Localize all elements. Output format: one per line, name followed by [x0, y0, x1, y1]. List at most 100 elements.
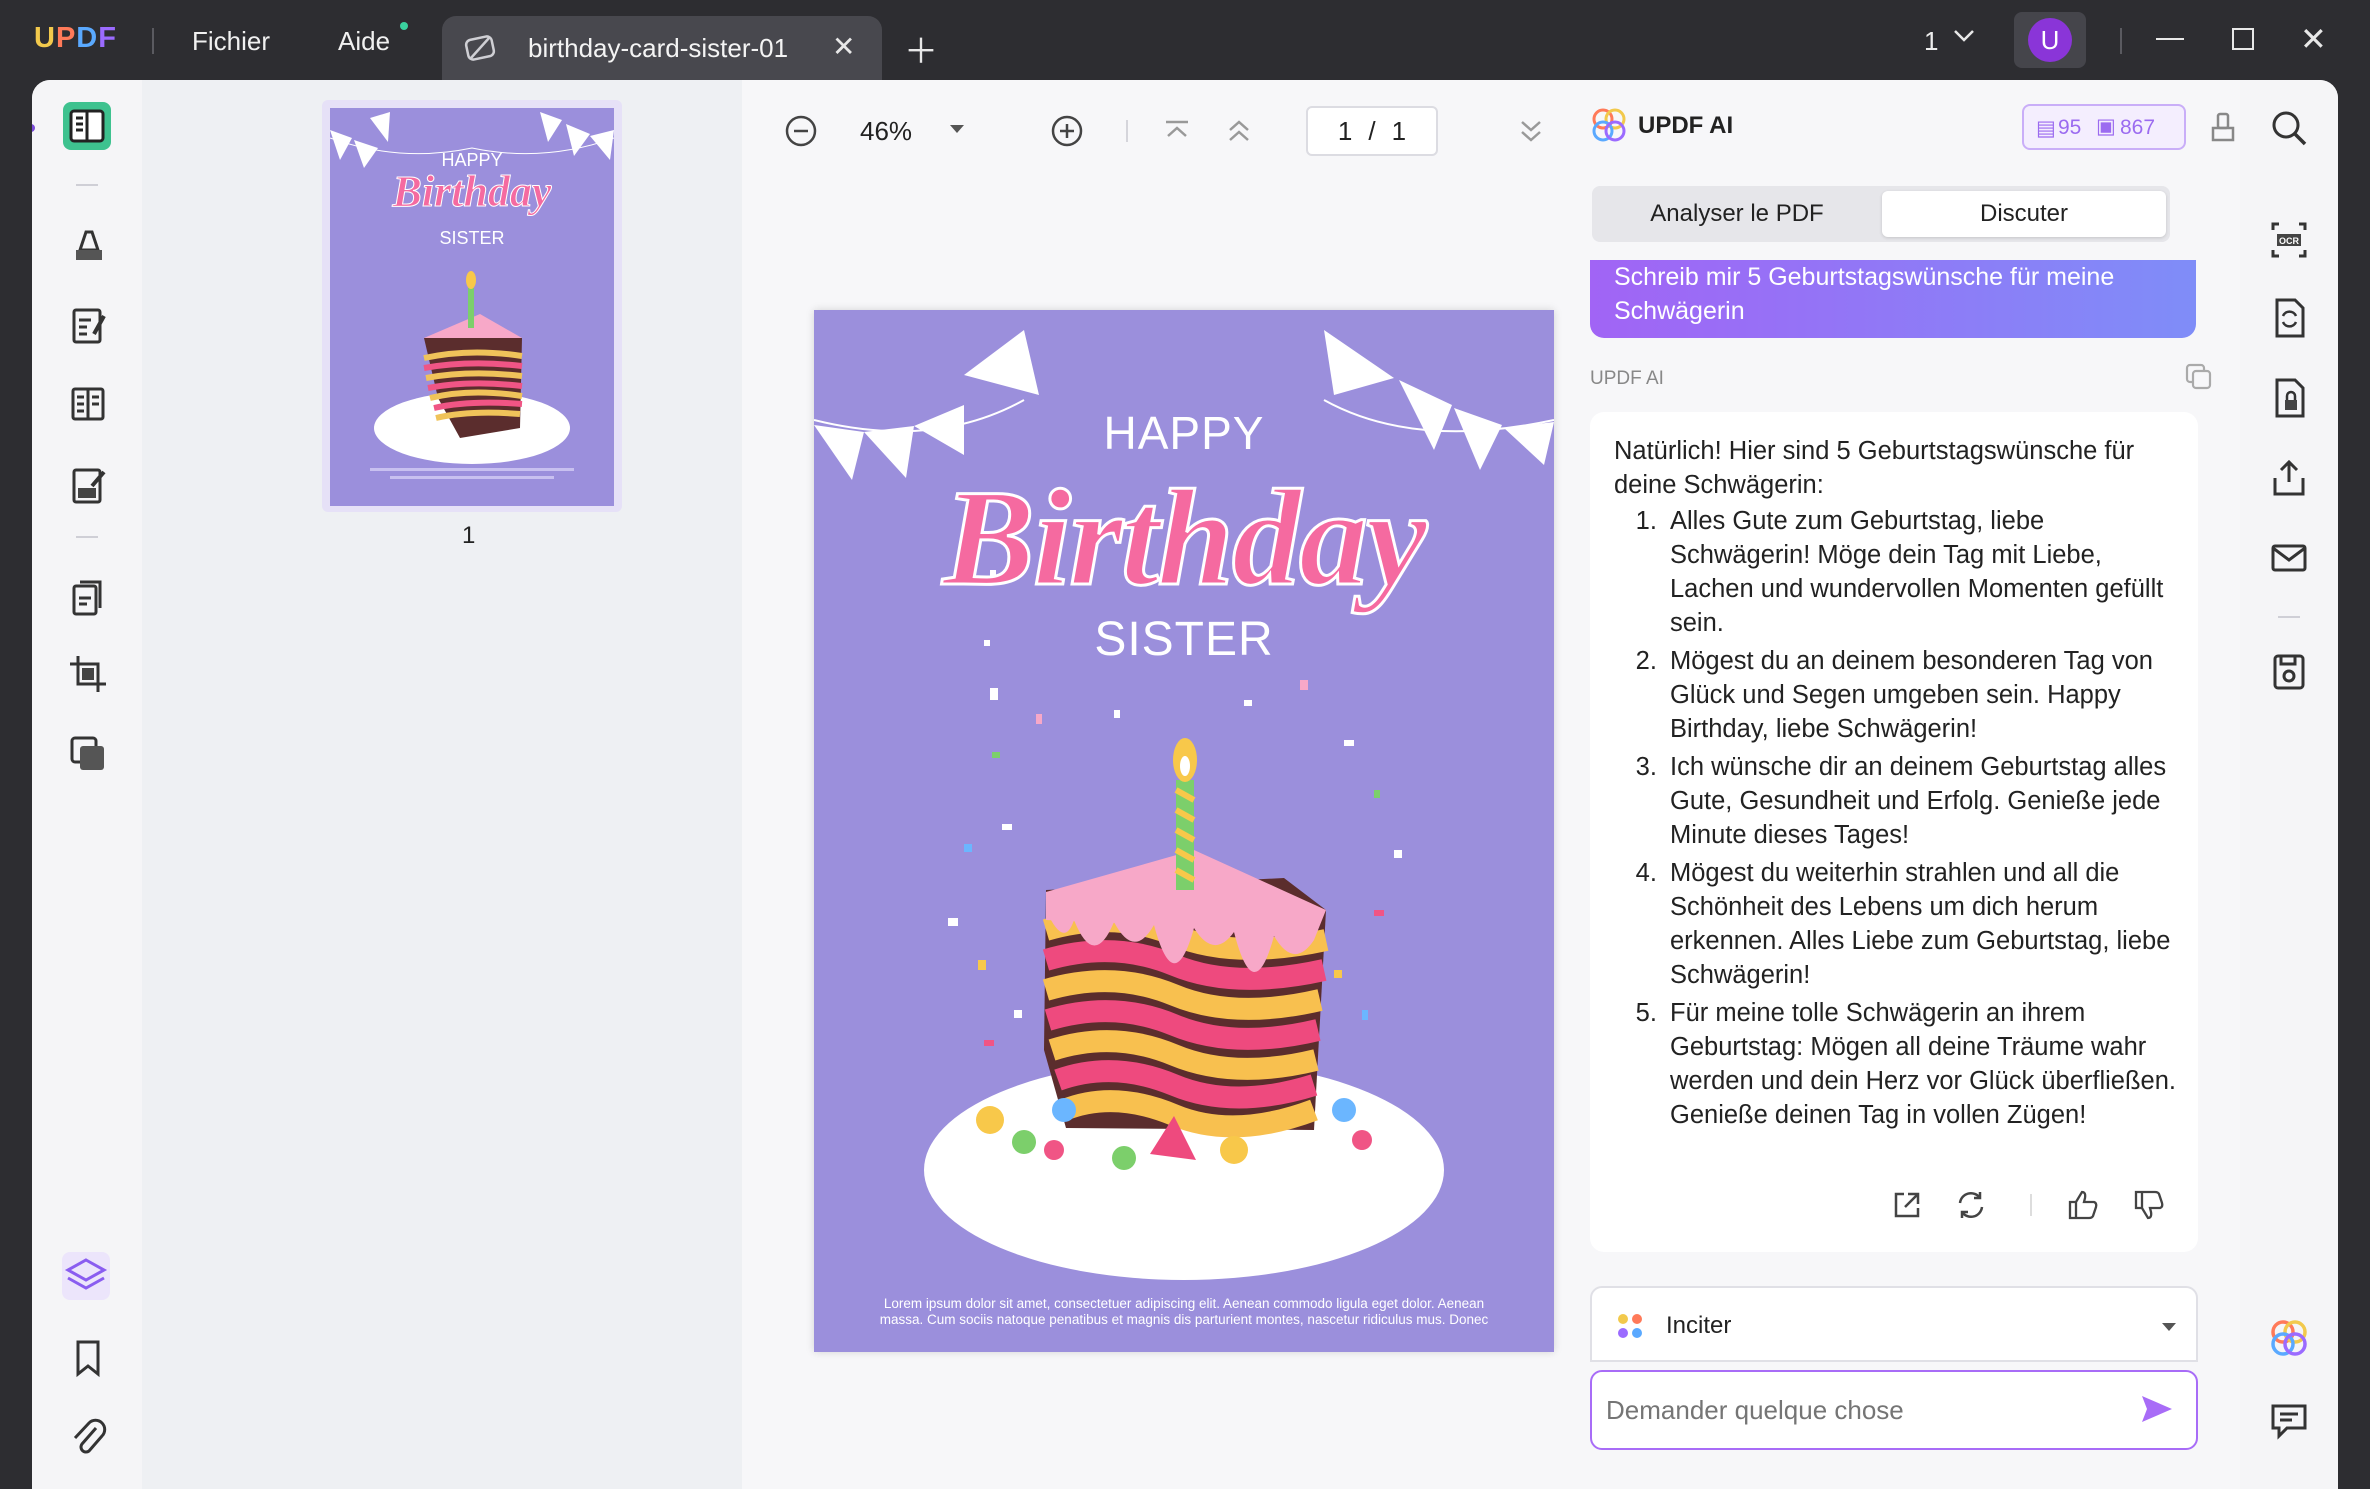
page-total: 1 — [1391, 115, 1407, 146]
ai-response-intro: Natürlich! Hier sind 5 Geburtstagswünsch… — [1614, 437, 2135, 499]
app-window: UPDF Fichier Aide birthday-card-sister-0… — [0, 0, 2370, 1489]
zoom-out-icon[interactable] — [784, 114, 818, 153]
title-separator — [152, 28, 154, 54]
card-line-happy: HAPPY — [1103, 407, 1265, 459]
first-page-icon[interactable] — [1162, 118, 1192, 149]
svg-text:OCR: OCR — [2279, 236, 2300, 246]
previous-page-icon[interactable] — [1224, 116, 1254, 151]
prompt-selector[interactable]: Inciter — [1590, 1286, 2198, 1362]
chat-input-box — [1590, 1370, 2198, 1450]
credits-docs: 95 — [2058, 116, 2082, 139]
regenerate-icon[interactable] — [1954, 1188, 1988, 1231]
new-tab-icon[interactable]: ＋ — [904, 24, 938, 73]
page-indicator[interactable]: 1 / 1 — [1306, 106, 1438, 156]
bookmark-icon[interactable] — [64, 1334, 112, 1382]
wish-item: Alles Gute zum Geburtstag, liebe Schwäge… — [1664, 504, 2182, 640]
document-credit-icon: ▤ — [2036, 117, 2056, 140]
user-message: Schreib mir 5 Geburtstagswünsche für mei… — [1590, 260, 2196, 338]
zoom-in-icon[interactable] — [1050, 114, 1084, 153]
toolbar-separator — [76, 536, 98, 538]
title-separator-2 — [2120, 28, 2122, 54]
credits-chat: 867 — [2120, 116, 2156, 139]
updf-ai-icon[interactable] — [2265, 1314, 2313, 1362]
convert-icon[interactable] — [2265, 294, 2313, 342]
pdf-page: HAPPY Birthday SISTER Lorem ipsum dolor … — [814, 310, 1554, 1352]
document-tab-title: birthday-card-sister-01 — [528, 33, 789, 63]
chat-input[interactable] — [1606, 1386, 2106, 1434]
wish-item: Ich wünsche dir an deinem Geburtstag all… — [1664, 750, 2182, 852]
compare-icon[interactable] — [64, 730, 112, 778]
export-icon[interactable] — [1890, 1188, 1924, 1231]
document-tab[interactable]: birthday-card-sister-01 ✕ — [442, 16, 882, 80]
prompt-icon — [1616, 1312, 1644, 1340]
ai-panel: UPDF AI ▤ 95 ▣ 867 Analyser le PDF Discu… — [1572, 80, 2240, 1489]
maximize-icon[interactable] — [2232, 28, 2254, 50]
protect-icon[interactable] — [2265, 374, 2313, 422]
thumbnail-panel: HAPPY Birthday SISTER 1 — [142, 80, 742, 1489]
copy-icon[interactable] — [2184, 362, 2214, 397]
document-tab-icon — [462, 30, 498, 66]
wish-item: Für meine tolle Schwägerin an ihrem Gebu… — [1664, 996, 2182, 1132]
notification-dot — [400, 22, 408, 30]
minimize-icon[interactable] — [2156, 38, 2184, 40]
thumbnail-card: HAPPY Birthday SISTER — [330, 108, 614, 506]
prompt-dropdown-icon[interactable] — [2160, 1320, 2178, 1339]
thumbs-down-icon[interactable] — [2132, 1188, 2166, 1231]
zoom-dropdown-icon[interactable] — [948, 122, 966, 141]
ai-panel-title: UPDF AI — [1638, 112, 1734, 139]
wish-item: Mögest du weiterhin strahlen und all die… — [1664, 856, 2182, 992]
title-bar: UPDF Fichier Aide birthday-card-sister-0… — [0, 0, 2370, 80]
page-current[interactable]: 1 — [1338, 116, 1352, 147]
close-tab-icon[interactable]: ✕ — [832, 30, 855, 63]
zoom-level[interactable]: 46% — [860, 116, 912, 147]
card-footer-text: Lorem ipsum dolor sit amet, consectetuer… — [879, 1296, 1489, 1327]
search-icon[interactable] — [2265, 104, 2313, 152]
updf-logo: UPDF — [34, 22, 117, 54]
menu-help[interactable]: Aide — [338, 26, 390, 57]
pages-icon[interactable] — [64, 574, 112, 622]
toolbar-separator — [1126, 120, 1128, 142]
main-area: HAPPY Birthday SISTER 1 46% 1 / 1 HAPPY … — [32, 80, 2338, 1489]
ai-sender-label: UPDF AI — [1590, 368, 1664, 389]
toolbar-separator — [2278, 616, 2300, 618]
prompt-label: Inciter — [1666, 1312, 1732, 1339]
tab-analyze-pdf[interactable]: Analyser le PDF — [1596, 191, 1878, 237]
thumbnail-page-1[interactable]: HAPPY Birthday SISTER — [322, 100, 622, 512]
crop-icon[interactable] — [64, 650, 112, 698]
updf-ai-logo-icon — [1590, 106, 1628, 149]
action-separator — [2030, 1194, 2032, 1216]
close-window-icon[interactable]: ✕ — [2300, 20, 2327, 58]
clear-chat-icon[interactable] — [2210, 110, 2236, 149]
email-icon[interactable] — [2265, 534, 2313, 582]
form-icon[interactable] — [64, 462, 112, 510]
share-icon[interactable] — [2265, 454, 2313, 502]
send-icon[interactable] — [2138, 1392, 2176, 1431]
card-line-sister: SISTER — [1094, 613, 1274, 666]
menu-file[interactable]: Fichier — [192, 26, 270, 57]
organize-icon[interactable] — [64, 380, 112, 428]
chevron-down-icon[interactable] — [1950, 22, 1978, 55]
credits-badge[interactable]: ▤ 95 ▣ 867 — [2022, 104, 2186, 150]
right-toolbar: OCR — [2240, 80, 2338, 1489]
tab-chat[interactable]: Discuter — [1882, 191, 2166, 237]
edit-pdf-icon[interactable] — [64, 302, 112, 350]
wishes-list: Alles Gute zum Geburtstag, liebe Schwäge… — [1590, 504, 2198, 1132]
svg-text:Birthday: Birthday — [392, 167, 552, 216]
reader-icon[interactable] — [63, 102, 111, 150]
svg-text:SISTER: SISTER — [439, 228, 504, 248]
layers-icon[interactable] — [62, 1252, 110, 1300]
thumbs-up-icon[interactable] — [2066, 1188, 2100, 1231]
highlight-icon[interactable] — [64, 220, 112, 268]
save-icon[interactable] — [2265, 648, 2313, 696]
next-page-icon[interactable] — [1516, 116, 1546, 151]
comment-icon[interactable] — [2265, 1396, 2313, 1444]
ocr-icon[interactable]: OCR — [2265, 216, 2313, 264]
ai-mode-switch: Analyser le PDF Discuter — [1592, 186, 2170, 242]
card-line-birthday: Birthday — [941, 460, 1428, 616]
ai-response-card: Natürlich! Hier sind 5 Geburtstagswünsch… — [1590, 412, 2198, 1252]
attachment-icon[interactable] — [64, 1414, 112, 1462]
page-separator: / — [1368, 115, 1376, 146]
left-toolbar — [32, 80, 142, 1489]
avatar-button[interactable]: U — [2014, 12, 2086, 68]
left-indicator-dot — [32, 124, 35, 132]
